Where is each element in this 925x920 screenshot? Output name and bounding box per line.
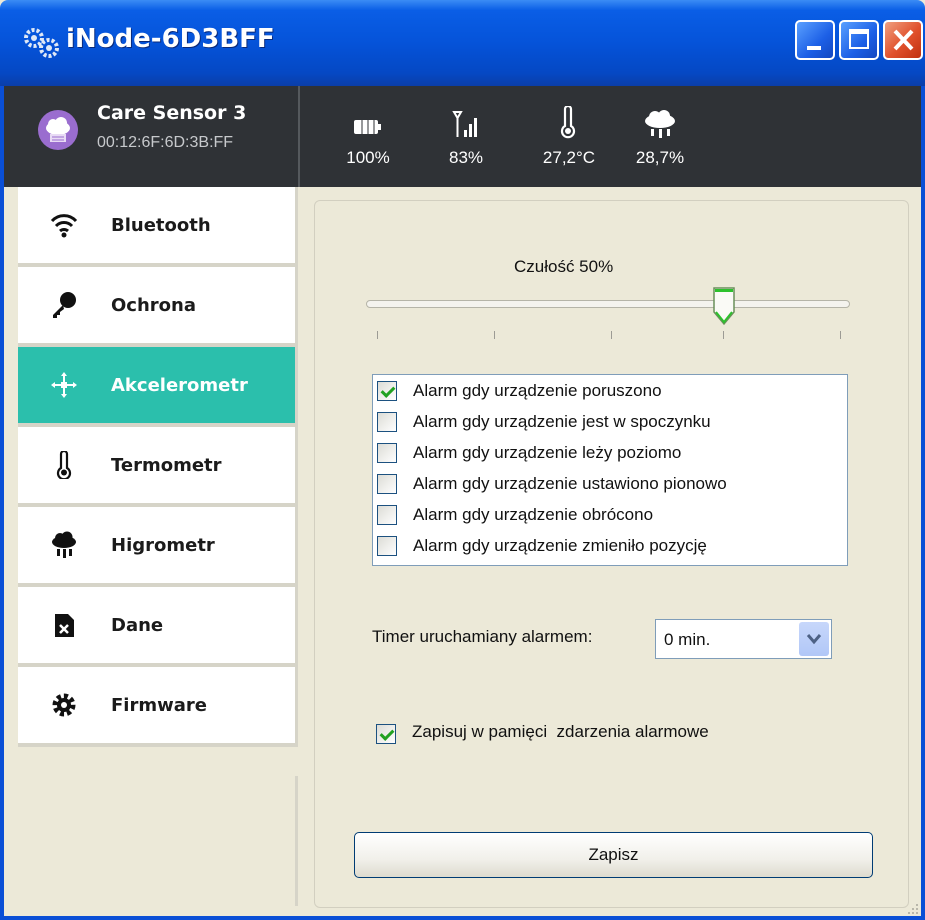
sidebar-nav: Bluetooth Ochrona Akcelerometr Termometr [18,187,298,747]
slider-tick [840,331,841,339]
sidebar-item-ochrona[interactable]: Ochrona [18,267,298,347]
humidity-cloud-icon [645,110,675,138]
chevron-down-icon [806,634,822,645]
save-button[interactable]: Zapisz [354,832,873,878]
key-icon [53,292,76,318]
close-button[interactable] [883,20,923,60]
gear-cluster-icon [24,28,59,58]
maximize-icon [849,29,869,49]
alarm-label: Alarm gdy urządzenie zmieniło pozycję [413,536,707,555]
minimize-button[interactable] [795,20,835,60]
alarm-option[interactable]: Alarm gdy urządzenie zmieniło pozycję [373,530,847,561]
thermometer-icon [560,106,576,139]
slider-thumb[interactable] [712,286,736,326]
alarm-label: Alarm gdy urządzenie ustawiono pionowo [413,474,727,493]
minimize-icon [807,46,821,50]
sidebar-item-dane[interactable]: Dane [18,587,298,667]
sidebar-item-firmware[interactable]: Firmware [18,667,298,747]
alarm-checkbox[interactable] [377,505,397,525]
timer-select[interactable]: 0 min. [655,619,832,659]
sidebar-item-label: Bluetooth [111,215,211,236]
window-frame-left [0,86,4,920]
alarm-checkbox[interactable] [377,381,397,401]
sensor-mac: 00:12:6F:6D:3B:FF [97,134,234,151]
move-arrows-icon [51,372,77,398]
sensitivity-slider[interactable] [366,300,850,308]
temperature-value: 27,2°C [542,148,596,167]
battery-icon [354,120,381,134]
maximize-button[interactable] [839,20,879,60]
alarm-label: Alarm gdy urządzenie poruszono [413,381,662,400]
sidebar-item-akcelerometr[interactable]: Akcelerometr [18,347,298,427]
save-events-checkbox[interactable] [376,724,396,744]
sidebar-item-label: Dane [111,615,164,636]
resize-grip[interactable] [905,900,919,914]
wifi-icon [50,214,78,238]
header-divider [298,86,300,187]
gear-icon [52,693,76,717]
alarm-checkbox[interactable] [377,536,397,556]
sidebar-item-label: Firmware [111,695,207,716]
alarm-checkbox[interactable] [377,412,397,432]
sidebar-item-label: Higrometr [111,535,215,556]
signal-icon [452,111,477,137]
sidebar-item-termometr[interactable]: Termometr [18,427,298,507]
sensor-name: Care Sensor 3 [97,102,247,124]
timer-label: Timer uruchamiany alarmem: [372,627,593,646]
humidity-value: 28,7% [635,148,685,167]
cloud-sensor-icon [38,110,78,150]
window-title: iNode-6D3BFF [66,24,275,54]
file-x-icon [55,614,74,637]
battery-value: 100% [346,148,390,167]
sidebar-item-higrometr[interactable]: Higrometr [18,507,298,587]
timer-select-value: 0 min. [664,630,711,649]
thermometer-icon [56,451,72,479]
signal-value: 83% [448,148,484,167]
sidebar-empty-area [18,776,298,906]
alarm-option[interactable]: Alarm gdy urządzenie ustawiono pionowo [373,468,847,499]
alarm-label: Alarm gdy urządzenie leży poziomo [413,443,682,462]
alarm-option[interactable]: Alarm gdy urządzenie poruszono [373,375,847,406]
save-events-label: Zapisuj w pamięci zdarzenia alarmowe [412,722,709,741]
window-frame-bottom [0,916,925,920]
sensitivity-label: Czułość 50% [514,257,614,276]
sidebar-item-label: Akcelerometr [111,375,248,396]
rain-cloud-icon [52,531,76,558]
slider-tick [723,331,724,339]
sidebar-item-label: Ochrona [111,295,196,316]
alarm-options-list: Alarm gdy urządzenie poruszono Alarm gdy… [372,374,848,566]
alarm-option[interactable]: Alarm gdy urządzenie leży poziomo [373,437,847,468]
dropdown-button[interactable] [799,622,829,656]
alarm-option[interactable]: Alarm gdy urządzenie obrócono [373,499,847,530]
title-bar[interactable]: iNode-6D3BFF [0,0,925,86]
window-frame-right [921,86,925,920]
alarm-checkbox[interactable] [377,443,397,463]
alarm-label: Alarm gdy urządzenie obrócono [413,505,654,524]
alarm-label: Alarm gdy urządzenie jest w spoczynku [413,412,711,431]
sidebar-item-label: Termometr [111,455,222,476]
alarm-option[interactable]: Alarm gdy urządzenie jest w spoczynku [373,406,847,437]
sidebar-item-bluetooth[interactable]: Bluetooth [18,187,298,267]
alarm-checkbox[interactable] [377,474,397,494]
close-icon [893,29,914,51]
slider-tick [494,331,495,339]
slider-tick [377,331,378,339]
slider-tick [611,331,612,339]
app-window: iNode-6D3BFF Care Sensor 3 00:12:6F:6D:3… [0,0,925,920]
